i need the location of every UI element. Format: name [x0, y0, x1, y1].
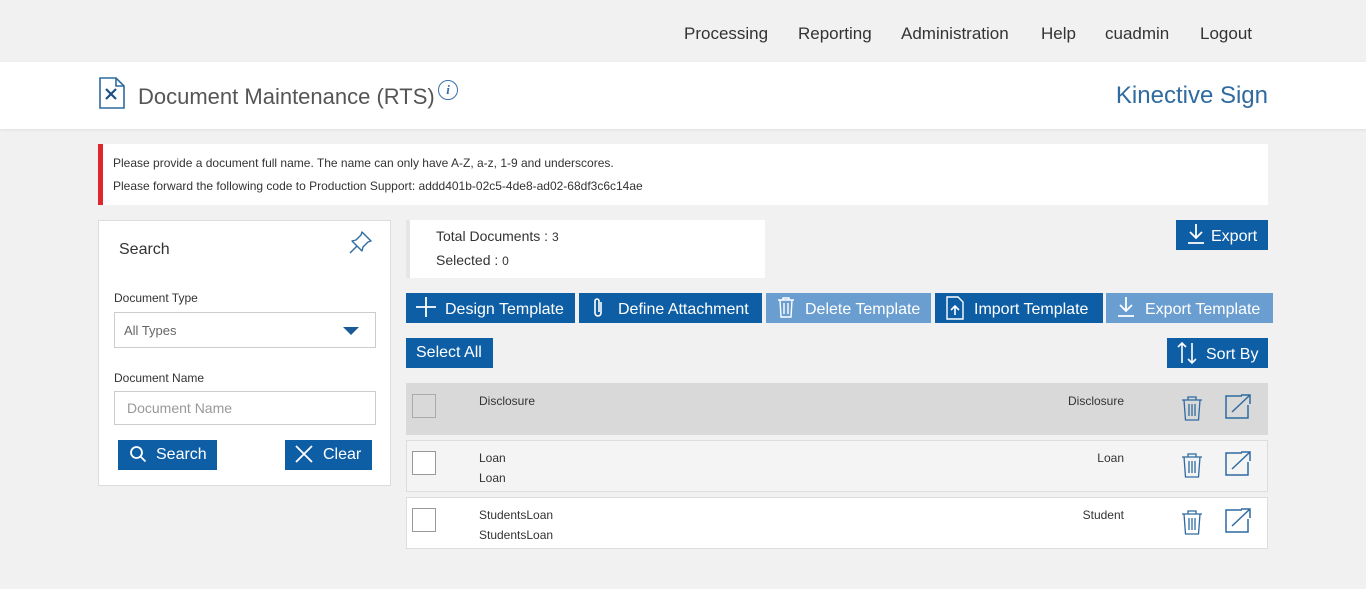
- export-button[interactable]: Export: [1176, 220, 1268, 250]
- clear-button-label: Clear: [323, 446, 362, 463]
- alert-code: Please forward the following code to Pro…: [113, 179, 643, 193]
- document-tools-icon: [99, 77, 125, 109]
- export-template-label: Export Template: [1145, 301, 1261, 318]
- open-external-icon[interactable]: [1224, 393, 1252, 419]
- design-template-button[interactable]: Design Template: [406, 293, 575, 323]
- alert-message: Please provide a document full name. The…: [113, 156, 614, 170]
- import-template-label: Import Template: [974, 301, 1089, 318]
- sort-by-button[interactable]: Sort By: [1167, 338, 1268, 368]
- trash-icon[interactable]: [1181, 395, 1203, 421]
- document-name: StudentsLoan: [479, 508, 554, 522]
- search-button[interactable]: Search: [118, 440, 217, 470]
- document-name: Loan: [479, 451, 506, 465]
- list-item[interactable]: Loan Loan Loan: [406, 440, 1268, 492]
- nav-user[interactable]: cuadmin: [1105, 24, 1169, 44]
- import-template-button[interactable]: Import Template: [935, 293, 1103, 323]
- paperclip-icon: [594, 298, 602, 317]
- open-external-icon[interactable]: [1224, 450, 1252, 476]
- page-title: Document Maintenance (RTS): [138, 84, 435, 109]
- close-icon: [295, 445, 313, 463]
- list-item[interactable]: StudentsLoan StudentsLoan Student: [406, 497, 1268, 549]
- document-name-label: Document Name: [114, 371, 205, 385]
- nav-processing[interactable]: Processing: [684, 24, 768, 44]
- search-panel: Search Document Type All Types Document …: [98, 220, 391, 486]
- document-type-select[interactable]: All Types: [114, 312, 376, 348]
- select-all-label: Select All: [416, 344, 482, 361]
- search-title: Search: [119, 241, 170, 258]
- search-icon: [130, 446, 147, 463]
- document-subname: Loan: [479, 471, 506, 485]
- document-subname: StudentsLoan: [479, 528, 554, 542]
- trash-icon: [778, 297, 794, 318]
- title-bar: Document Maintenance (RTS) i Kinective S…: [0, 62, 1366, 129]
- nav-reporting[interactable]: Reporting: [798, 24, 872, 44]
- plus-icon: [416, 297, 436, 317]
- nav-help[interactable]: Help: [1041, 24, 1076, 44]
- info-icon[interactable]: i: [438, 80, 458, 100]
- brand-name: Kinective Sign: [1115, 82, 1268, 109]
- row-checkbox[interactable]: [412, 451, 436, 475]
- document-type: Disclosure: [1067, 394, 1124, 408]
- delete-template-label: Delete Template: [805, 301, 921, 318]
- export-template-button[interactable]: Export Template: [1106, 293, 1273, 323]
- sort-icon: [1177, 341, 1197, 365]
- document-name: Disclosure: [479, 394, 536, 408]
- document-type-label: Document Type: [114, 291, 198, 305]
- select-all-button[interactable]: Select All: [406, 338, 493, 368]
- sort-by-label: Sort By: [1206, 346, 1259, 363]
- nav-logout[interactable]: Logout: [1200, 24, 1252, 44]
- upload-icon: [946, 296, 964, 320]
- design-template-label: Design Template: [445, 301, 564, 318]
- nav-administration[interactable]: Administration: [901, 24, 1009, 44]
- top-navigation: Processing Reporting Administration Help…: [0, 0, 1366, 62]
- export-button-label: Export: [1211, 228, 1258, 245]
- clear-button[interactable]: Clear: [285, 440, 372, 470]
- define-attachment-label: Define Attachment: [618, 301, 749, 318]
- document-name-input[interactable]: [114, 391, 376, 425]
- pin-icon[interactable]: [348, 229, 374, 255]
- document-type: Student: [1082, 508, 1124, 522]
- trash-icon[interactable]: [1181, 509, 1203, 535]
- document-type: Loan: [1097, 451, 1124, 465]
- error-alert: Please provide a document full name. The…: [98, 144, 1268, 205]
- download-icon: [1188, 224, 1204, 244]
- list-item[interactable]: Disclosure Disclosure: [406, 383, 1268, 435]
- download-icon: [1118, 297, 1134, 317]
- define-attachment-button[interactable]: Define Attachment: [579, 293, 762, 323]
- row-checkbox[interactable]: [412, 394, 436, 418]
- document-summary: Total Documents : 3 Selected : 0: [406, 220, 765, 278]
- delete-template-button[interactable]: Delete Template: [766, 293, 931, 323]
- row-checkbox[interactable]: [412, 508, 436, 532]
- chevron-down-icon: [343, 327, 359, 335]
- search-button-label: Search: [156, 446, 207, 463]
- document-type-value: All Types: [124, 323, 177, 338]
- open-external-icon[interactable]: [1224, 507, 1252, 533]
- trash-icon[interactable]: [1181, 452, 1203, 478]
- selected-count: Selected : 0: [436, 252, 509, 268]
- total-documents: Total Documents : 3: [436, 228, 559, 244]
